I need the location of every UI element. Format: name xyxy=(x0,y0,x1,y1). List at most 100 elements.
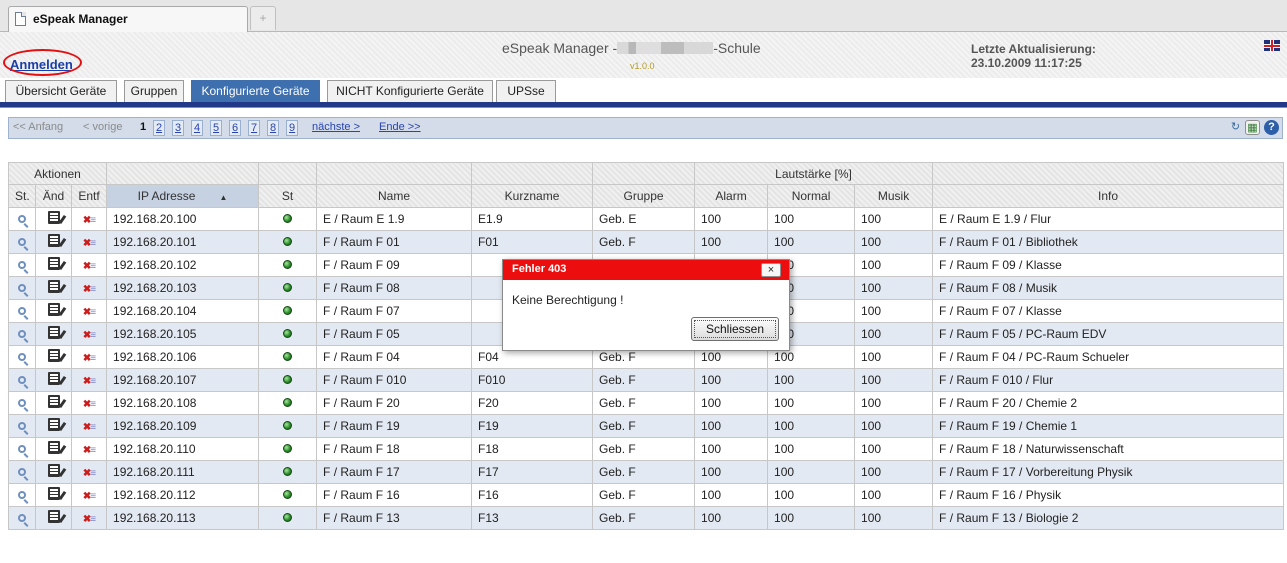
view-cell[interactable] xyxy=(8,506,36,530)
view-cell[interactable] xyxy=(8,322,36,346)
view-magnifier-icon[interactable] xyxy=(18,238,26,246)
view-cell[interactable] xyxy=(8,368,36,392)
edit-cell[interactable] xyxy=(35,299,72,323)
col-header-alarm[interactable]: Alarm xyxy=(694,184,769,208)
delete-cell[interactable]: ✖≡ xyxy=(70,391,108,415)
delete-icon[interactable]: ✖≡ xyxy=(83,468,96,479)
edit-cell[interactable] xyxy=(35,414,72,438)
new-tab-button[interactable]: + xyxy=(250,6,276,30)
pager-page-link[interactable]: 9 xyxy=(286,120,299,136)
view-cell[interactable] xyxy=(8,414,36,438)
edit-icon[interactable] xyxy=(47,372,60,385)
edit-cell[interactable] xyxy=(35,207,72,231)
view-cell[interactable] xyxy=(8,276,36,300)
delete-cell[interactable]: ✖≡ xyxy=(70,230,108,254)
delete-icon[interactable]: ✖≡ xyxy=(83,491,96,502)
delete-cell[interactable]: ✖≡ xyxy=(70,368,108,392)
edit-icon[interactable] xyxy=(47,234,60,247)
delete-cell[interactable]: ✖≡ xyxy=(70,414,108,438)
pager-next[interactable]: nächste > xyxy=(312,121,360,133)
dialog-close-button[interactable]: × xyxy=(761,263,781,277)
edit-cell[interactable] xyxy=(35,276,72,300)
delete-icon[interactable]: ✖≡ xyxy=(83,445,96,456)
delete-cell[interactable]: ✖≡ xyxy=(70,437,108,461)
edit-icon[interactable] xyxy=(47,395,60,408)
delete-icon[interactable]: ✖≡ xyxy=(83,307,96,318)
delete-icon[interactable]: ✖≡ xyxy=(83,284,96,295)
col-header-st[interactable]: St. xyxy=(8,184,36,208)
col-header-name[interactable]: Name xyxy=(316,184,473,208)
col-header-kurzname[interactable]: Kurzname xyxy=(471,184,594,208)
delete-icon[interactable]: ✖≡ xyxy=(83,261,96,272)
pager-page-link[interactable]: 8 xyxy=(267,120,280,136)
edit-icon[interactable] xyxy=(47,464,60,477)
delete-cell[interactable]: ✖≡ xyxy=(70,506,108,530)
edit-icon[interactable] xyxy=(47,487,60,500)
tab-upsse[interactable]: UPSse xyxy=(496,80,556,102)
col-header-normal[interactable]: Normal xyxy=(767,184,856,208)
view-magnifier-icon[interactable] xyxy=(18,422,26,430)
view-magnifier-icon[interactable] xyxy=(18,261,26,269)
tab-uebersicht-geraete[interactable]: Übersicht Geräte xyxy=(5,80,117,102)
edit-cell[interactable] xyxy=(35,253,72,277)
view-magnifier-icon[interactable] xyxy=(18,284,26,292)
edit-cell[interactable] xyxy=(35,460,72,484)
view-magnifier-icon[interactable] xyxy=(18,468,26,476)
col-header-info[interactable]: Info xyxy=(932,184,1285,208)
col-header-gruppe[interactable]: Gruppe xyxy=(592,184,696,208)
edit-cell[interactable] xyxy=(35,322,72,346)
edit-cell[interactable] xyxy=(35,345,72,369)
delete-cell[interactable]: ✖≡ xyxy=(70,253,108,277)
dialog-close-schliessen-button[interactable]: Schliessen xyxy=(691,317,779,341)
view-magnifier-icon[interactable] xyxy=(18,353,26,361)
delete-icon[interactable]: ✖≡ xyxy=(83,422,96,433)
edit-icon[interactable] xyxy=(47,349,60,362)
delete-cell[interactable]: ✖≡ xyxy=(70,460,108,484)
view-cell[interactable] xyxy=(8,230,36,254)
edit-cell[interactable] xyxy=(35,483,72,507)
view-magnifier-icon[interactable] xyxy=(18,330,26,338)
view-magnifier-icon[interactable] xyxy=(18,307,26,315)
view-magnifier-icon[interactable] xyxy=(18,514,26,522)
col-header-ip-adresse[interactable]: IP Adresse ▲ xyxy=(106,184,260,208)
view-cell[interactable] xyxy=(8,483,36,507)
view-cell[interactable] xyxy=(8,437,36,461)
delete-cell[interactable]: ✖≡ xyxy=(70,276,108,300)
delete-icon[interactable]: ✖≡ xyxy=(83,330,96,341)
browser-tab[interactable]: eSpeak Manager xyxy=(8,6,248,32)
pager-page-link[interactable]: 2 xyxy=(153,120,166,136)
delete-cell[interactable]: ✖≡ xyxy=(70,299,108,323)
view-magnifier-icon[interactable] xyxy=(18,376,26,384)
edit-icon[interactable] xyxy=(47,303,60,316)
delete-icon[interactable]: ✖≡ xyxy=(83,353,96,364)
refresh-icon[interactable]: ↻ xyxy=(1228,120,1243,135)
delete-icon[interactable]: ✖≡ xyxy=(83,399,96,410)
pager-page-link[interactable]: 6 xyxy=(229,120,242,136)
view-magnifier-icon[interactable] xyxy=(18,399,26,407)
tab-nicht-konfigurierte-geraete[interactable]: NICHT Konfigurierte Geräte xyxy=(327,80,493,102)
tab-gruppen[interactable]: Gruppen xyxy=(124,80,184,102)
edit-cell[interactable] xyxy=(35,391,72,415)
col-header-entf[interactable]: Entf xyxy=(70,184,108,208)
edit-icon[interactable] xyxy=(47,211,60,224)
edit-cell[interactable] xyxy=(35,368,72,392)
view-cell[interactable] xyxy=(8,253,36,277)
view-cell[interactable] xyxy=(8,345,36,369)
delete-cell[interactable]: ✖≡ xyxy=(70,483,108,507)
delete-icon[interactable]: ✖≡ xyxy=(83,215,96,226)
help-icon[interactable]: ? xyxy=(1264,120,1279,135)
tab-konfigurierte-geraete[interactable]: Konfigurierte Geräte xyxy=(191,80,320,102)
edit-icon[interactable] xyxy=(47,326,60,339)
view-cell[interactable] xyxy=(8,299,36,323)
col-header-aend[interactable]: Änd xyxy=(35,184,72,208)
edit-cell[interactable] xyxy=(35,230,72,254)
edit-cell[interactable] xyxy=(35,437,72,461)
view-magnifier-icon[interactable] xyxy=(18,445,26,453)
edit-icon[interactable] xyxy=(47,441,60,454)
delete-icon[interactable]: ✖≡ xyxy=(83,376,96,387)
view-cell[interactable] xyxy=(8,207,36,231)
delete-cell[interactable]: ✖≡ xyxy=(70,207,108,231)
delete-icon[interactable]: ✖≡ xyxy=(83,514,96,525)
view-magnifier-icon[interactable] xyxy=(18,215,26,223)
pager-page-link[interactable]: 3 xyxy=(172,120,185,136)
